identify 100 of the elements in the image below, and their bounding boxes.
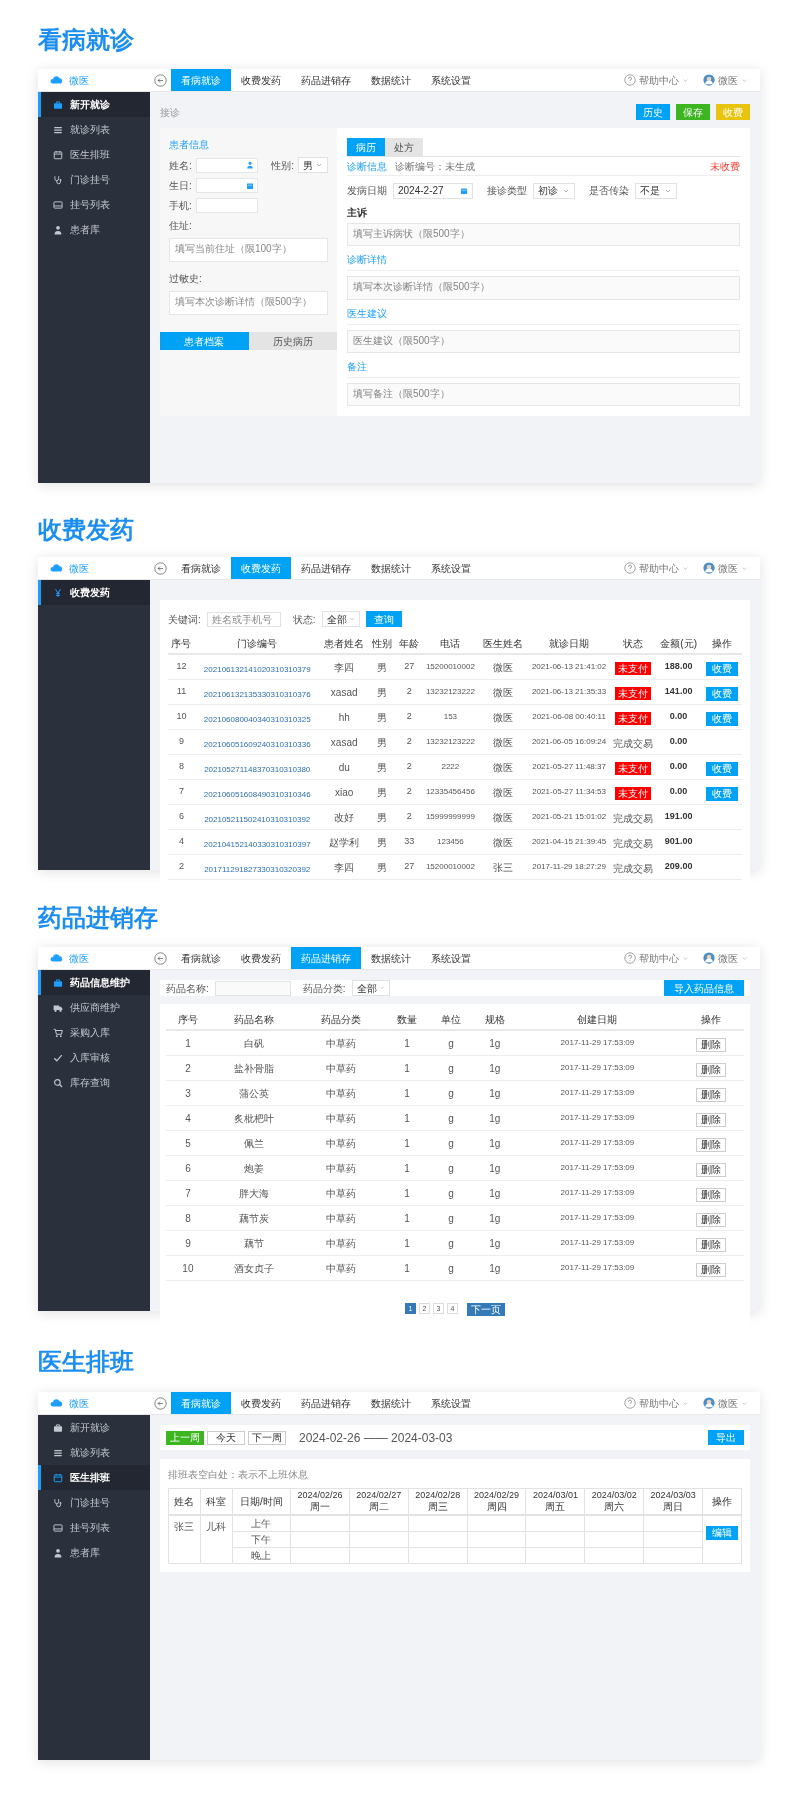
- delete-button[interactable]: 删除: [696, 1063, 727, 1077]
- sidebar-item[interactable]: 患者库: [38, 1540, 150, 1565]
- sidebar-item[interactable]: 就诊列表: [38, 117, 150, 142]
- sidebar-item[interactable]: 库存查询: [38, 1070, 150, 1095]
- sidebar-item[interactable]: 患者库: [38, 217, 150, 242]
- birthday-field[interactable]: [195, 178, 258, 193]
- delete-button[interactable]: 删除: [696, 1088, 727, 1102]
- name-field[interactable]: [195, 157, 258, 173]
- text-area-field[interactable]: 填写主诉病状（限500字）: [347, 223, 740, 247]
- nav-tab[interactable]: 系统设置: [421, 947, 481, 969]
- avatar-icon: [703, 562, 715, 574]
- status-badge: 未支付: [615, 762, 652, 775]
- today-button[interactable]: 今天: [207, 1430, 245, 1445]
- sidebar-item[interactable]: 医生排班: [38, 142, 150, 167]
- nav-tab[interactable]: 看病就诊: [171, 557, 231, 579]
- nav-tab[interactable]: 系统设置: [421, 557, 481, 579]
- record-link[interactable]: 202106132141020310310379: [203, 665, 311, 674]
- user-menu[interactable]: 微医: [703, 72, 748, 88]
- delete-button[interactable]: 删除: [696, 1263, 727, 1277]
- delete-button[interactable]: 删除: [696, 1138, 727, 1152]
- nav-tab[interactable]: 收费发药: [231, 1392, 291, 1414]
- nav-tab[interactable]: 数据统计: [361, 557, 421, 579]
- help-menu[interactable]: 帮助中心: [624, 950, 689, 966]
- table-cell: 1: [385, 1080, 429, 1106]
- table-cell: 1g: [472, 1055, 517, 1081]
- gender-select[interactable]: 男: [298, 157, 328, 173]
- visit-type-select[interactable]: 初诊: [533, 182, 575, 199]
- keyword-field[interactable]: 姓名或手机号: [206, 611, 281, 627]
- delete-button[interactable]: 删除: [696, 1238, 727, 1252]
- delete-button[interactable]: 删除: [696, 1213, 727, 1227]
- text-area-field[interactable]: 填写本次诊断详情（限500字）: [347, 276, 740, 300]
- sidebar-item[interactable]: 入库审核: [38, 1045, 150, 1070]
- next-page-button[interactable]: 下一页: [467, 1303, 505, 1316]
- table-cell: 2021-06-08 00:40:11: [527, 704, 611, 730]
- table-cell: 2017-11-29 17:53:09: [516, 1205, 679, 1231]
- record-link[interactable]: 201711291827330310320392: [204, 865, 311, 874]
- text-area-field[interactable]: 医生建议（限500字）: [347, 329, 740, 353]
- table-cell: 微医: [477, 829, 528, 855]
- sidebar-item[interactable]: 医生排班: [38, 1465, 150, 1490]
- record-link[interactable]: 202106051609240310310336: [203, 740, 311, 749]
- phone-field[interactable]: [195, 198, 258, 213]
- user-menu[interactable]: 微医: [703, 1395, 748, 1411]
- category-select[interactable]: 全部: [351, 980, 390, 996]
- help-menu[interactable]: 帮助中心: [624, 1395, 689, 1411]
- text-area-field[interactable]: 填写备注（限500字）: [347, 382, 740, 406]
- table-cell: 153: [422, 704, 478, 730]
- record-link[interactable]: 202104152140330310310397: [203, 840, 311, 849]
- sidebar-item[interactable]: 收费发药: [38, 580, 150, 605]
- help-menu[interactable]: 帮助中心: [624, 72, 689, 88]
- help-menu[interactable]: 帮助中心: [624, 560, 689, 576]
- nav-tab[interactable]: 数据统计: [361, 1392, 421, 1414]
- delete-button[interactable]: 删除: [696, 1113, 727, 1127]
- table-cell: 上午: [232, 1514, 291, 1531]
- delete-button[interactable]: 删除: [696, 1188, 727, 1202]
- help-icon: [624, 952, 636, 964]
- user-menu[interactable]: 微医: [703, 950, 748, 966]
- date-field[interactable]: 2024-2-27: [393, 182, 473, 199]
- sidebar-item[interactable]: 挂号列表: [38, 192, 150, 217]
- drug-name-field[interactable]: [214, 980, 291, 996]
- nav-tab[interactable]: 收费发药: [231, 947, 291, 969]
- panel-tab[interactable]: 历史病历: [248, 332, 337, 350]
- sidebar-item[interactable]: 门诊挂号: [38, 167, 150, 192]
- address-field[interactable]: 填写当前住址（限100字）: [169, 238, 328, 262]
- nav-tab[interactable]: 数据统计: [361, 69, 421, 91]
- avatar-icon: [703, 74, 715, 86]
- field-label: 药品名称:: [166, 981, 209, 996]
- nav-tab[interactable]: 数据统计: [361, 947, 421, 969]
- record-tab[interactable]: 处方: [385, 138, 423, 156]
- sidebar-item[interactable]: 挂号列表: [38, 1515, 150, 1540]
- nav-tab[interactable]: 收费发药: [231, 69, 291, 91]
- user-menu[interactable]: 微医: [703, 560, 748, 576]
- infectious-select[interactable]: 不是: [635, 182, 677, 199]
- nav-tab[interactable]: 系统设置: [421, 69, 481, 91]
- record-link[interactable]: 202105211502410310310392: [204, 815, 311, 824]
- sidebar-item[interactable]: 供应商维护: [38, 995, 150, 1020]
- nav-tab[interactable]: 药品进销存: [291, 1392, 361, 1414]
- table-cell: 123456: [422, 829, 478, 855]
- section-title: 备注: [347, 359, 367, 374]
- table-cell: 27: [395, 654, 423, 680]
- nav-tab[interactable]: 系统设置: [421, 1392, 481, 1414]
- nav-tab[interactable]: 看病就诊: [171, 947, 231, 969]
- sidebar-item[interactable]: 采购入库: [38, 1020, 150, 1045]
- record-link[interactable]: 202106132135330310310376: [203, 690, 311, 699]
- sidebar-item[interactable]: 就诊列表: [38, 1440, 150, 1465]
- delete-button[interactable]: 删除: [696, 1038, 727, 1052]
- nav-tab[interactable]: 药品进销存: [291, 557, 361, 579]
- sidebar-item[interactable]: 门诊挂号: [38, 1490, 150, 1515]
- table-cell: xasad: [319, 729, 369, 755]
- sidebar-item[interactable]: 药品信息维护: [38, 970, 150, 995]
- next-week-button[interactable]: 下一周: [248, 1430, 286, 1445]
- sidebar-item[interactable]: 新开就诊: [38, 1415, 150, 1440]
- allergy-field[interactable]: 填写本次诊断详情（限500字）: [169, 291, 328, 315]
- record-link[interactable]: 202105271148370310310380: [204, 765, 311, 774]
- record-link[interactable]: 202106080040340310310325: [203, 715, 311, 724]
- sidebar-item[interactable]: 新开就诊: [38, 92, 150, 117]
- nav-tab[interactable]: 药品进销存: [291, 69, 361, 91]
- delete-button[interactable]: 删除: [696, 1163, 727, 1177]
- section-title: 患者信息: [169, 138, 210, 152]
- record-link[interactable]: 202106051608490310310346: [203, 790, 311, 799]
- status-select[interactable]: 全部: [321, 611, 360, 627]
